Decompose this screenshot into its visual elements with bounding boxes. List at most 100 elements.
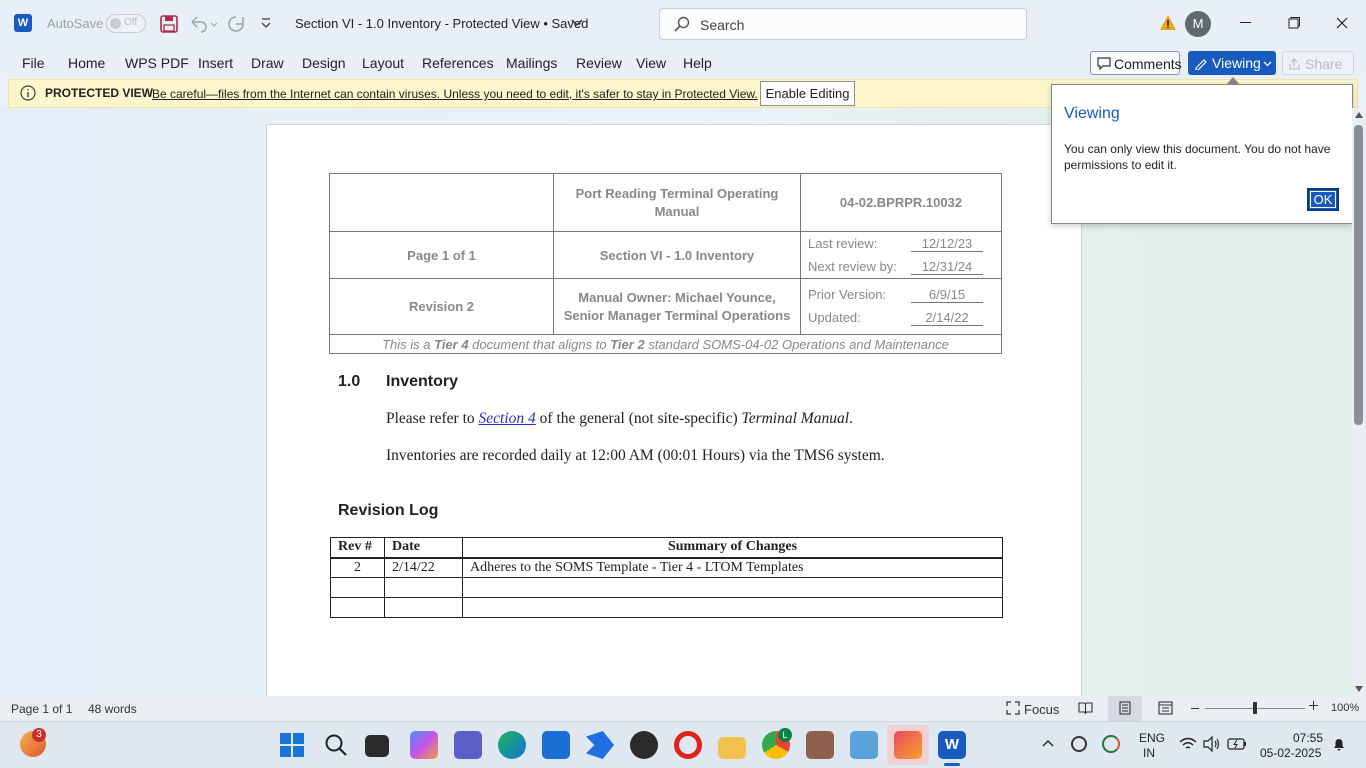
tray-chevron-up-icon[interactable] bbox=[1042, 739, 1054, 747]
menu-help[interactable]: Help bbox=[683, 55, 712, 71]
menu-layout[interactable]: Layout bbox=[362, 55, 404, 71]
manual-owner: Manual Owner: Michael Younce, Senior Man… bbox=[553, 278, 801, 335]
next-review-label: Next review by: bbox=[808, 258, 897, 274]
close-icon[interactable] bbox=[1336, 17, 1348, 29]
word-count[interactable]: 48 words bbox=[88, 702, 137, 716]
dell-icon[interactable] bbox=[630, 731, 658, 759]
opera-icon[interactable] bbox=[674, 731, 702, 759]
start-icon[interactable] bbox=[280, 733, 304, 757]
share-button[interactable]: Share bbox=[1282, 51, 1354, 75]
volume-icon[interactable] bbox=[1203, 736, 1221, 752]
language-code[interactable]: ENG bbox=[1139, 731, 1165, 745]
autosave-label: AutoSave bbox=[47, 16, 104, 31]
col-date: Date bbox=[384, 537, 463, 559]
zoom-in-icon[interactable] bbox=[1309, 701, 1318, 710]
last-review-label: Last review: bbox=[808, 235, 878, 251]
print-layout-icon bbox=[1119, 701, 1131, 715]
minimize-icon[interactable] bbox=[1240, 22, 1251, 23]
popup-title: Viewing bbox=[1064, 105, 1120, 122]
last-review-date: 12/12/23 bbox=[911, 236, 983, 252]
zoom-level[interactable]: 100% bbox=[1331, 702, 1359, 714]
chrome-profile-badge: L bbox=[778, 728, 792, 742]
autosave-toggle[interactable]: Off bbox=[106, 14, 146, 33]
battery-icon[interactable] bbox=[1227, 738, 1247, 750]
customize-toolbar-icon[interactable] bbox=[260, 16, 272, 30]
updated-label: Updated: bbox=[808, 310, 861, 325]
store-icon[interactable] bbox=[542, 731, 570, 759]
tray-sync-icon[interactable] bbox=[1102, 735, 1120, 753]
active-indicator bbox=[944, 763, 960, 766]
notification-bell-icon[interactable] bbox=[1332, 737, 1346, 751]
app-icon-remote-desktop[interactable] bbox=[850, 731, 878, 759]
review-dates-cell: Last review: 12/12/23 Next review by: 12/3… bbox=[800, 231, 1002, 279]
tray-app-icon[interactable] bbox=[1071, 736, 1087, 752]
ok-button[interactable]: OK bbox=[1307, 188, 1339, 211]
undo-icon[interactable] bbox=[188, 15, 218, 33]
menu-references[interactable]: References bbox=[422, 55, 494, 71]
taskbar-search-icon[interactable] bbox=[324, 733, 348, 757]
paragraph-inventories: Inventories are recorded daily at 12:00 … bbox=[386, 447, 885, 464]
manual-title: Port Reading Terminal Operating Manual bbox=[553, 173, 801, 232]
clock-date[interactable]: 05-02-2025 bbox=[1260, 746, 1321, 760]
comments-label: Comments bbox=[1114, 56, 1182, 72]
table-row bbox=[330, 577, 1003, 598]
share-label: Share bbox=[1305, 56, 1343, 72]
page-indicator[interactable]: Page 1 of 1 bbox=[11, 702, 72, 716]
heading-number: 1.0 bbox=[338, 373, 361, 390]
focus-icon[interactable] bbox=[1006, 701, 1020, 715]
app-icon-contacts[interactable] bbox=[806, 731, 834, 759]
word-taskbar-icon[interactable]: W bbox=[938, 731, 966, 759]
viewing-chevron-down-icon bbox=[1263, 61, 1272, 67]
menu-draw[interactable]: Draw bbox=[251, 55, 284, 71]
popup-text: You can only view this document. You do … bbox=[1064, 142, 1331, 172]
file-explorer-icon[interactable] bbox=[718, 737, 746, 759]
comments-button[interactable]: Comments bbox=[1090, 51, 1182, 75]
share-icon bbox=[1289, 58, 1301, 70]
region-code[interactable]: IN bbox=[1143, 746, 1155, 760]
menu-wps-pdf[interactable]: WPS PDF bbox=[125, 55, 189, 71]
revision-log-table: Rev # Date Summary of Changes 2 2/14/22 … bbox=[330, 537, 1003, 618]
table-row: 2 2/14/22 Adheres to the SOMS Template -… bbox=[330, 557, 1003, 578]
read-mode-icon[interactable] bbox=[1078, 701, 1093, 715]
section-4-link[interactable]: Section 4 bbox=[479, 410, 536, 427]
edge-icon[interactable] bbox=[498, 731, 526, 759]
viewing-mode-button[interactable]: Viewing bbox=[1188, 51, 1276, 75]
menu-home[interactable]: Home bbox=[68, 55, 105, 71]
warning-icon[interactable] bbox=[1159, 14, 1177, 31]
menu-file[interactable]: File bbox=[22, 55, 45, 71]
zoom-slider-thumb[interactable] bbox=[1253, 702, 1257, 714]
menu-view[interactable]: View bbox=[636, 55, 666, 71]
clock-time[interactable]: 07:55 bbox=[1293, 731, 1323, 745]
focus-label[interactable]: Focus bbox=[1024, 702, 1059, 717]
web-layout-icon[interactable] bbox=[1158, 701, 1173, 715]
wifi-icon[interactable] bbox=[1179, 736, 1197, 752]
enable-editing-button[interactable]: Enable Editing bbox=[760, 81, 855, 106]
zoom-slider[interactable] bbox=[1205, 702, 1305, 714]
copilot-icon[interactable] bbox=[410, 731, 438, 759]
task-view-icon[interactable] bbox=[365, 735, 389, 757]
print-layout-button[interactable] bbox=[1108, 696, 1142, 721]
menu-mailings[interactable]: Mailings bbox=[506, 55, 557, 71]
document-number: 04-02.BPRPR.10032 bbox=[800, 173, 1002, 232]
teams-icon[interactable] bbox=[454, 731, 482, 759]
menu-insert[interactable]: Insert bbox=[198, 55, 233, 71]
next-review-date: 12/31/24 bbox=[911, 259, 983, 275]
maximize-icon[interactable] bbox=[1288, 17, 1300, 29]
pencil-eye-icon bbox=[1194, 56, 1208, 70]
redo-icon[interactable] bbox=[226, 15, 246, 33]
search-box[interactable]: Search bbox=[659, 8, 1027, 40]
save-icon[interactable] bbox=[160, 15, 178, 33]
header-logo-cell bbox=[329, 173, 554, 232]
zoom-out-icon[interactable] bbox=[1191, 708, 1199, 709]
vertical-scrollbar[interactable] bbox=[1352, 108, 1366, 696]
protected-view-message[interactable]: Be careful—files from the Internet can c… bbox=[152, 87, 758, 101]
title-chevron-down-icon[interactable] bbox=[571, 19, 583, 27]
document-title[interactable]: Section VI - 1.0 Inventory - Protected V… bbox=[295, 16, 588, 31]
app-icon-wps[interactable] bbox=[894, 731, 922, 759]
revision-number: Revision 2 bbox=[329, 278, 554, 335]
menu-design[interactable]: Design bbox=[302, 55, 346, 71]
comment-icon bbox=[1097, 57, 1111, 70]
menu-review[interactable]: Review bbox=[576, 55, 622, 71]
scrollbar-thumb[interactable] bbox=[1354, 125, 1363, 425]
avatar[interactable]: M bbox=[1185, 11, 1211, 37]
